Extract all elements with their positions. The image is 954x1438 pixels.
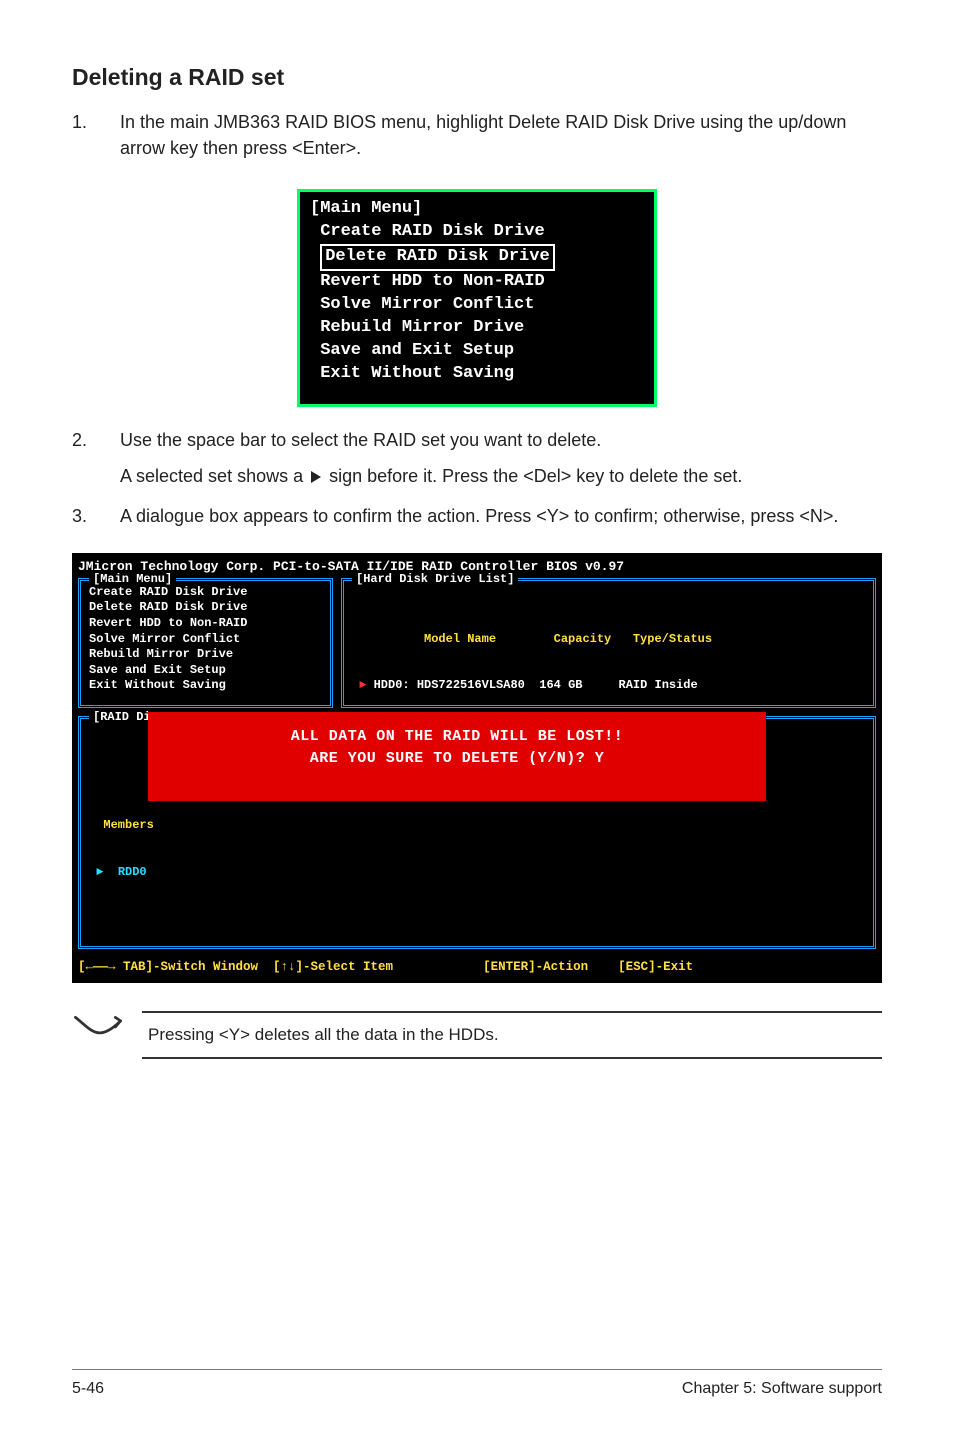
bios-menu-item: Delete RAID Disk Drive	[89, 600, 322, 616]
note-text: Pressing <Y> deletes all the data in the…	[142, 1011, 882, 1059]
bios-menu-item: Revert HDD to Non-RAID	[310, 271, 644, 294]
list-row: ► HDD0: HDS722516VLSA80 164 GB RAID Insi…	[352, 678, 865, 694]
bios-menu-item: Save and Exit Setup	[89, 663, 322, 679]
bios-menu-title: [Main Menu]	[310, 198, 644, 221]
bios-full-screen: JMicron Technology Corp. PCI-to-SATA II/…	[72, 553, 882, 983]
bios-menu-item: Exit Without Saving	[89, 678, 322, 694]
chapter-label: Chapter 5: Software support	[682, 1380, 882, 1398]
bios-menu-item-selected: Delete RAID Disk Drive	[310, 244, 644, 271]
bios-drive-list-panel: [Hard Disk Drive List] Model Name Capaci…	[341, 578, 876, 708]
bios-menu-item: Rebuild Mirror Drive	[89, 647, 322, 663]
dialog-line: ARE YOU SURE TO DELETE (Y/N)? Y	[158, 748, 756, 771]
bios-keybar: [←——→ TAB]-Switch Window [↑↓]-Select Ite…	[78, 959, 876, 975]
panel-title: [Hard Disk Drive List]	[352, 572, 518, 588]
bios-menu-item: Save and Exit Setup	[310, 340, 644, 363]
dialog-line: ALL DATA ON THE RAID WILL BE LOST!!	[158, 726, 756, 749]
panel-title: [Main Menu]	[89, 572, 176, 588]
members-label: Members	[89, 818, 865, 834]
bios-menu-item: Create RAID Disk Drive	[310, 221, 644, 244]
step-subtext: A selected set shows a sign before it. P…	[120, 463, 882, 489]
bios-menu-item: Rebuild Mirror Drive	[310, 317, 644, 340]
section-heading: Deleting a RAID set	[72, 64, 882, 91]
page-number: 5-46	[72, 1380, 104, 1398]
panel-title: [RAID Di	[89, 710, 155, 726]
triangle-icon	[311, 471, 321, 483]
bios-menu-item: Revert HDD to Non-RAID	[89, 616, 322, 632]
step-text: In the main JMB363 RAID BIOS menu, highl…	[120, 109, 882, 161]
note-icon	[72, 1013, 124, 1058]
step-number: 2.	[72, 427, 120, 489]
step-text: Use the space bar to select the RAID set…	[120, 430, 601, 450]
confirm-dialog: ALL DATA ON THE RAID WILL BE LOST!! ARE …	[148, 712, 766, 801]
bios-menu-item: Solve Mirror Conflict	[310, 294, 644, 317]
raid-row: ► RDD0	[89, 865, 865, 881]
list-header: Model Name Capacity Type/Status	[352, 632, 865, 648]
bios-main-menu-small: [Main Menu] Create RAID Disk Drive Delet…	[297, 189, 657, 407]
bios-menu-item: Solve Mirror Conflict	[89, 632, 322, 648]
bios-main-menu-panel: [Main Menu] Create RAID Disk Drive Delet…	[78, 578, 333, 708]
step-number: 3.	[72, 503, 120, 529]
step-number: 1.	[72, 109, 120, 161]
bios-menu-item: Exit Without Saving	[310, 363, 644, 386]
step-text: A dialogue box appears to confirm the ac…	[120, 503, 882, 529]
